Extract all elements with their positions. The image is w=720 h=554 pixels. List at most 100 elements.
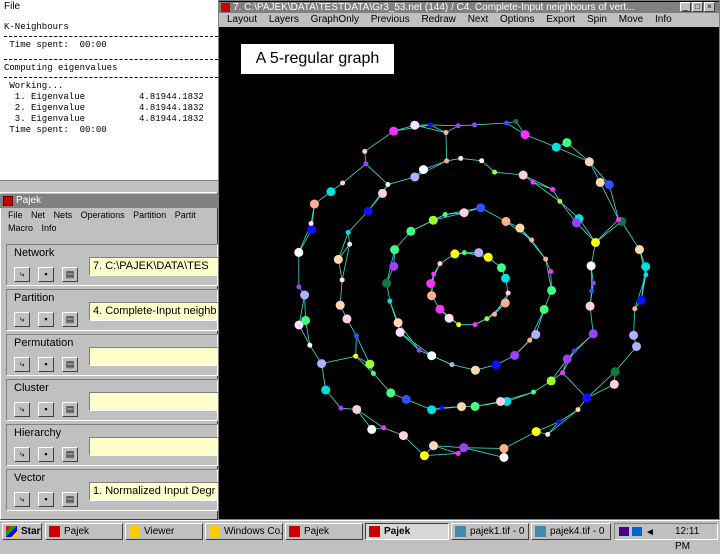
graph-vertex[interactable] — [389, 127, 398, 136]
open-file-icon[interactable]: ⤷ — [14, 357, 30, 372]
graph-vertex[interactable] — [296, 284, 301, 289]
graph-vertex[interactable] — [562, 138, 571, 147]
graph-vertex[interactable] — [458, 156, 463, 161]
graph-vertex[interactable] — [354, 333, 359, 338]
graph-vertex[interactable] — [586, 302, 595, 311]
graph-vertex[interactable] — [629, 331, 638, 340]
graph-vertex[interactable] — [444, 158, 449, 163]
view-edit-icon[interactable]: ▤ — [62, 492, 78, 507]
graph-vertex[interactable] — [307, 225, 316, 234]
graph-vertex[interactable] — [426, 279, 435, 288]
graph-vertex[interactable] — [575, 407, 580, 412]
taskbar-item-windows-co[interactable]: Windows Co... — [205, 523, 283, 540]
save-icon[interactable]: ▪ — [38, 402, 54, 417]
graph-vertex[interactable] — [497, 263, 506, 272]
graph-vertex[interactable] — [591, 238, 600, 247]
graph-vertex[interactable] — [591, 281, 596, 286]
graph-vertex[interactable] — [532, 427, 541, 436]
open-file-icon[interactable]: ⤷ — [14, 447, 30, 462]
graph-vertex[interactable] — [427, 351, 436, 360]
graph-vertex[interactable] — [476, 203, 485, 212]
network-icon[interactable] — [619, 527, 629, 536]
graph-vertex[interactable] — [479, 158, 484, 163]
network-graph-canvas[interactable] — [219, 28, 719, 520]
graph-vertex[interactable] — [389, 262, 398, 271]
tray-app-icon[interactable] — [632, 527, 642, 536]
graph-vertex[interactable] — [309, 221, 314, 226]
graph-vertex[interactable] — [338, 406, 343, 411]
save-icon[interactable]: ▪ — [38, 267, 54, 282]
menu-partition[interactable]: Partition — [133, 210, 166, 220]
graph-vertex[interactable] — [300, 291, 309, 300]
graph-vertex[interactable] — [556, 419, 561, 424]
graph-vertex[interactable] — [492, 360, 501, 369]
graph-vertex[interactable] — [462, 250, 467, 255]
graph-vertex[interactable] — [410, 121, 419, 130]
menu-info[interactable]: Info — [42, 223, 57, 233]
graph-vertex[interactable] — [307, 343, 312, 348]
view-edit-icon[interactable]: ▤ — [62, 402, 78, 417]
section-value-field[interactable]: 4. Complete-Input neighb — [89, 302, 229, 321]
graph-vertex[interactable] — [484, 253, 493, 262]
graph-vertex[interactable] — [589, 288, 594, 293]
menu-nets[interactable]: Nets — [54, 210, 73, 220]
graph-vertex[interactable] — [336, 301, 345, 310]
graph-vertex[interactable] — [429, 216, 438, 225]
graph-vertex[interactable] — [501, 274, 510, 283]
taskbar-item-pajek4-tif[interactable]: pajek4.tif - 0 — [531, 523, 611, 540]
graph-vertex[interactable] — [457, 402, 466, 411]
graph-vertex[interactable] — [419, 165, 428, 174]
minimize-button[interactable]: _ — [680, 2, 691, 12]
graph-vertex[interactable] — [521, 130, 530, 139]
graph-vertex[interactable] — [428, 122, 433, 127]
taskbar-item-pajek[interactable]: Pajek — [285, 523, 363, 540]
graph-vertex[interactable] — [641, 262, 650, 271]
graph-vertex[interactable] — [342, 314, 351, 323]
graph-vertex[interactable] — [582, 394, 591, 403]
graph-vertex[interactable] — [637, 296, 646, 305]
save-icon[interactable]: ▪ — [38, 447, 54, 462]
graph-vertex[interactable] — [632, 306, 637, 311]
graph-vertex[interactable] — [510, 351, 519, 360]
speaker-icon[interactable]: ◄ — [645, 525, 655, 540]
graph-vertex[interactable] — [365, 360, 374, 369]
graph-vertex[interactable] — [417, 348, 422, 353]
menu-file[interactable]: File — [8, 210, 23, 220]
graph-vertex[interactable] — [589, 329, 598, 338]
graph-vertex[interactable] — [572, 348, 577, 353]
graph-vertex[interactable] — [396, 328, 405, 337]
open-file-icon[interactable]: ⤷ — [14, 402, 30, 417]
graph-vertex[interactable] — [347, 242, 352, 247]
graph-vertex[interactable] — [471, 402, 480, 411]
graph-vertex[interactable] — [460, 208, 469, 217]
graph-vertex[interactable] — [572, 218, 581, 227]
graph-vertex[interactable] — [381, 425, 386, 430]
menu-operations[interactable]: Operations — [81, 210, 125, 220]
open-file-icon[interactable]: ⤷ — [14, 312, 30, 327]
graph-vertex[interactable] — [501, 217, 510, 226]
graph-vertex[interactable] — [387, 298, 392, 303]
graph-vertex[interactable] — [363, 161, 368, 166]
graph-vertex[interactable] — [515, 224, 524, 233]
menu-macro[interactable]: Macro — [8, 223, 33, 233]
graph-vertex[interactable] — [437, 261, 442, 266]
menu-graph-info[interactable]: Info — [655, 14, 672, 25]
start-button[interactable]: Start — [2, 523, 42, 540]
graph-vertex[interactable] — [346, 230, 351, 235]
graph-vertex[interactable] — [610, 380, 619, 389]
menu-partitions[interactable]: Partit — [175, 210, 196, 220]
taskbar-item-pajek-log[interactable]: Pajek — [45, 523, 123, 540]
graph-vertex[interactable] — [587, 261, 596, 270]
graph-vertex[interactable] — [499, 453, 508, 462]
graph-vertex[interactable] — [386, 388, 395, 397]
graph-vertex[interactable] — [364, 207, 373, 216]
graph-vertex[interactable] — [543, 257, 548, 262]
graph-vertex[interactable] — [326, 187, 335, 196]
graph-vertex[interactable] — [439, 405, 444, 410]
graph-vertex[interactable] — [552, 143, 561, 152]
graph-vertex[interactable] — [450, 249, 459, 258]
log-scrollbar[interactable] — [0, 180, 218, 192]
graph-vertex[interactable] — [492, 312, 497, 317]
graph-vertex[interactable] — [643, 272, 648, 277]
graph-vertex[interactable] — [519, 171, 528, 180]
